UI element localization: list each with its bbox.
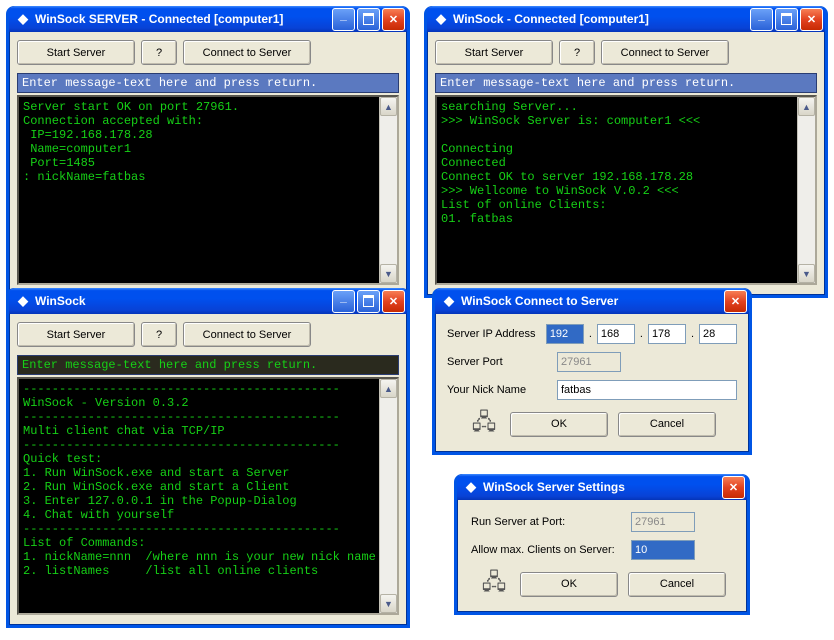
- ip-octet-4[interactable]: 28: [699, 324, 737, 344]
- dialog-title: WinSock Server Settings: [483, 480, 722, 494]
- ip-octet-2[interactable]: 168: [597, 324, 635, 344]
- maximize-button[interactable]: [775, 8, 798, 31]
- close-button[interactable]: [382, 8, 405, 31]
- dialog-title: WinSock Connect to Server: [461, 294, 724, 308]
- server-ip-label: Server IP Address: [447, 328, 546, 340]
- scroll-track[interactable]: [380, 398, 397, 594]
- message-input[interactable]: Enter message-text here and press return…: [17, 355, 399, 375]
- help-button[interactable]: ?: [141, 322, 177, 347]
- help-button[interactable]: ?: [559, 40, 595, 65]
- winsock-server-window: ◆ WinSock SERVER - Connected [computer1]…: [6, 6, 410, 298]
- ip-separator: .: [690, 328, 695, 340]
- cancel-button[interactable]: Cancel: [628, 572, 726, 597]
- start-server-button[interactable]: Start Server: [17, 40, 135, 65]
- console-area: searching Server... >>> WinSock Server i…: [435, 95, 817, 285]
- console-area: Server start OK on port 27961. Connectio…: [17, 95, 399, 285]
- console-text: searching Server... >>> WinSock Server i…: [437, 97, 798, 229]
- close-button[interactable]: [722, 476, 745, 499]
- ok-button[interactable]: OK: [510, 412, 608, 437]
- ok-button[interactable]: OK: [520, 572, 618, 597]
- run-server-port-input[interactable]: 27961: [631, 512, 695, 532]
- scroll-track[interactable]: [798, 116, 815, 264]
- scroll-down-icon[interactable]: ▼: [798, 264, 815, 283]
- minimize-button[interactable]: [750, 8, 773, 31]
- winsock-main-window: ◆ WinSock Start Server ? Connect to Serv…: [6, 288, 410, 628]
- scroll-up-icon[interactable]: ▲: [798, 97, 815, 116]
- winsock-client-window: ◆ WinSock - Connected [computer1] Start …: [424, 6, 828, 298]
- titlebar[interactable]: ◆ WinSock SERVER - Connected [computer1]: [9, 6, 407, 32]
- console-area: ----------------------------------------…: [17, 377, 399, 615]
- console-text: Server start OK on port 27961. Connectio…: [19, 97, 380, 187]
- close-button[interactable]: [800, 8, 823, 31]
- network-icon: 🖧: [478, 568, 510, 600]
- window-title: WinSock: [35, 294, 332, 308]
- titlebar[interactable]: ◆ WinSock: [9, 288, 407, 314]
- scrollbar[interactable]: ▲ ▼: [797, 97, 815, 283]
- run-server-port-label: Run Server at Port:: [471, 516, 631, 528]
- message-input[interactable]: Enter message-text here and press return…: [435, 73, 817, 93]
- minimize-button[interactable]: [332, 8, 355, 31]
- server-port-label: Server Port: [447, 356, 557, 368]
- app-icon: ◆: [433, 11, 449, 27]
- window-title: WinSock SERVER - Connected [computer1]: [35, 12, 332, 26]
- start-server-button[interactable]: Start Server: [17, 322, 135, 347]
- console-text: ----------------------------------------…: [19, 379, 380, 581]
- server-settings-dialog: ◆ WinSock Server Settings Run Server at …: [454, 474, 750, 615]
- maximize-button[interactable]: [357, 290, 380, 313]
- ip-octet-3[interactable]: 178: [648, 324, 686, 344]
- scroll-up-icon[interactable]: ▲: [380, 97, 397, 116]
- app-icon: ◆: [441, 293, 457, 309]
- connect-to-server-dialog: ◆ WinSock Connect to Server Server IP Ad…: [432, 288, 752, 455]
- max-clients-label: Allow max. Clients on Server:: [471, 544, 631, 556]
- connect-to-server-button[interactable]: Connect to Server: [183, 322, 311, 347]
- scrollbar[interactable]: ▲ ▼: [379, 379, 397, 613]
- ip-octet-1[interactable]: 192: [546, 324, 584, 344]
- nick-name-label: Your Nick Name: [447, 384, 557, 396]
- titlebar[interactable]: ◆ WinSock - Connected [computer1]: [427, 6, 825, 32]
- minimize-button[interactable]: [332, 290, 355, 313]
- start-server-button[interactable]: Start Server: [435, 40, 553, 65]
- connect-to-server-button[interactable]: Connect to Server: [601, 40, 729, 65]
- app-icon: ◆: [15, 293, 31, 309]
- max-clients-input[interactable]: 10: [631, 540, 695, 560]
- window-title: WinSock - Connected [computer1]: [453, 12, 750, 26]
- ip-separator: .: [588, 328, 593, 340]
- scroll-up-icon[interactable]: ▲: [380, 379, 397, 398]
- close-button[interactable]: [382, 290, 405, 313]
- scrollbar[interactable]: ▲ ▼: [379, 97, 397, 283]
- ip-separator: .: [639, 328, 644, 340]
- scroll-track[interactable]: [380, 116, 397, 264]
- maximize-button[interactable]: [357, 8, 380, 31]
- close-button[interactable]: [724, 290, 747, 313]
- nick-name-input[interactable]: fatbas: [557, 380, 737, 400]
- server-port-input[interactable]: 27961: [557, 352, 621, 372]
- app-icon: ◆: [463, 479, 479, 495]
- titlebar[interactable]: ◆ WinSock Connect to Server: [435, 288, 749, 314]
- cancel-button[interactable]: Cancel: [618, 412, 716, 437]
- titlebar[interactable]: ◆ WinSock Server Settings: [457, 474, 747, 500]
- message-input[interactable]: Enter message-text here and press return…: [17, 73, 399, 93]
- connect-to-server-button[interactable]: Connect to Server: [183, 40, 311, 65]
- network-icon: 🖧: [468, 408, 500, 440]
- scroll-down-icon[interactable]: ▼: [380, 594, 397, 613]
- scroll-down-icon[interactable]: ▼: [380, 264, 397, 283]
- app-icon: ◆: [15, 11, 31, 27]
- help-button[interactable]: ?: [141, 40, 177, 65]
